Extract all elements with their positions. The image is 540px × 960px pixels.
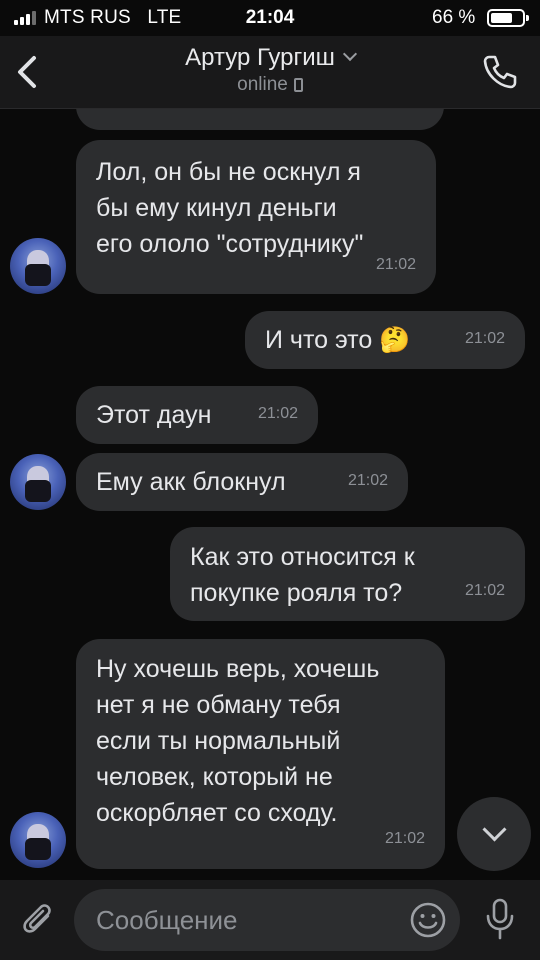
message-time: 21:02 (464, 330, 505, 347)
microphone-icon[interactable] (480, 896, 520, 942)
message-input-placeholder: Сообщение (96, 905, 238, 935)
mobile-icon (293, 78, 303, 92)
chat-title[interactable]: Артур Гургиш online (0, 44, 540, 96)
message-time: 21:02 (257, 405, 298, 422)
contact-status: online (237, 74, 288, 95)
message-time: 21:02 (384, 830, 425, 847)
message-time: 21:02 (375, 256, 416, 273)
message-text: Ну хочешь верь, хочешь нет я не обману т… (96, 655, 380, 827)
message-time: 21:02 (347, 472, 388, 489)
phone-icon[interactable] (480, 52, 520, 92)
chat-header: Артур Гургиш online (0, 36, 540, 109)
avatar[interactable] (10, 238, 66, 294)
avatar[interactable] (10, 454, 66, 510)
message-input[interactable]: Сообщение (74, 889, 460, 951)
message-bubble-outgoing[interactable]: И что это 🤔 21:02 (245, 311, 525, 369)
scroll-down-button[interactable] (457, 797, 531, 871)
message-bubble-incoming[interactable]: Ну хочешь верь, хочешь нет я не обману т… (76, 639, 445, 869)
battery-percent: 66 % (432, 7, 476, 28)
message-time: 21:02 (464, 582, 505, 599)
message-bubble-incoming[interactable]: Ему акк блокнул 21:02 (76, 453, 408, 511)
contact-name: Артур Гургиш (185, 44, 335, 71)
message-input-bar: Сообщение (0, 880, 540, 960)
avatar[interactable] (10, 812, 66, 868)
message-text: Как это относится к покупке рояля то? (190, 543, 415, 607)
message-text: Ему акк блокнул (96, 468, 286, 496)
message-bubble-incoming[interactable]: Лол, он бы не оскнул я бы ему кинул день… (76, 140, 436, 294)
message-bubble-incoming[interactable]: Этот даун 21:02 (76, 386, 318, 444)
paperclip-icon[interactable] (18, 900, 58, 940)
status-bar: MTS RUS LTE 21:04 66 % (0, 0, 540, 36)
message-bubble-outgoing[interactable]: Как это относится к покупке рояля то? 21… (170, 527, 525, 621)
message-text: Лол, он бы не оскнул я бы ему кинул день… (96, 158, 364, 258)
battery-icon (487, 9, 529, 27)
chevron-down-icon (342, 46, 357, 62)
smile-icon[interactable] (409, 901, 447, 939)
chevron-down-icon (482, 817, 507, 842)
chat-area: 21:01 Лол, он бы не оскнул я бы ему кину… (0, 0, 540, 960)
